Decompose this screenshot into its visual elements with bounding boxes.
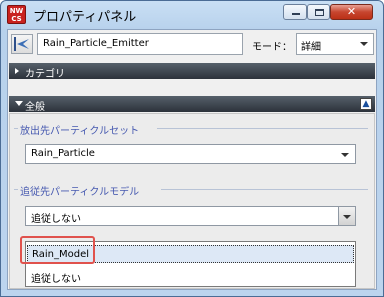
title-bar[interactable]: NW CS プロパティパネル ✕ xyxy=(1,1,383,29)
expand-triangle-icon xyxy=(15,68,19,74)
collapse-triangle-icon xyxy=(15,101,23,106)
properties-window: NW CS プロパティパネル ✕ Rain_Particle_Emitter モ… xyxy=(0,0,384,297)
emission-set-dropdown[interactable]: Rain_Particle xyxy=(25,144,356,164)
section-general[interactable]: 全般 ▲ xyxy=(9,96,375,113)
group-divider xyxy=(14,189,18,190)
chevron-down-icon xyxy=(360,42,368,46)
section-category[interactable]: カテゴリ xyxy=(9,63,375,80)
general-panel: 放出先パーティクルセット Rain_Particle 追従先パーティクルモデル … xyxy=(9,113,375,289)
close-icon: ✕ xyxy=(346,5,357,18)
follow-model-dropdown[interactable]: 追従しない xyxy=(25,206,356,226)
mode-select[interactable]: 詳細 xyxy=(296,33,374,55)
minimize-icon xyxy=(292,13,300,15)
group-divider xyxy=(157,128,368,129)
emission-set-value: Rain_Particle xyxy=(31,148,95,159)
mode-label: モード： xyxy=(252,42,292,53)
emitter-name-field[interactable]: Rain_Particle_Emitter xyxy=(37,33,243,55)
group-divider xyxy=(161,189,368,190)
panel-client-area: Rain_Particle_Emitter モード： 詳細 カテゴリ 全般 ▲ … xyxy=(7,29,377,290)
scroll-top-button[interactable]: ▲ xyxy=(360,98,372,110)
chevron-down-icon xyxy=(343,215,351,219)
follow-model-value: 追従しない xyxy=(31,214,81,225)
follow-model-label: 追従先パーティクルモデル xyxy=(20,187,140,198)
minimize-button[interactable] xyxy=(283,4,307,20)
arrow-up-icon: ▲ xyxy=(362,99,370,109)
chevron-down-icon xyxy=(341,153,349,157)
maximize-button[interactable] xyxy=(307,4,330,20)
emission-set-label: 放出先パーティクルセット xyxy=(20,126,140,137)
section-general-label: 全般 xyxy=(25,102,45,113)
selection-highlight-box xyxy=(20,236,95,264)
group-divider xyxy=(14,128,18,129)
section-category-label: カテゴリ xyxy=(25,69,65,80)
mode-select-value: 詳細 xyxy=(301,42,321,53)
window-title: プロパティパネル xyxy=(33,10,137,25)
close-button[interactable]: ✕ xyxy=(330,4,373,20)
dropdown-button[interactable] xyxy=(338,206,356,226)
maximize-icon xyxy=(315,9,324,16)
emitter-icon xyxy=(11,34,33,54)
option-no-follow[interactable]: 追従しない xyxy=(27,267,354,285)
app-icon: NW CS xyxy=(7,5,26,24)
